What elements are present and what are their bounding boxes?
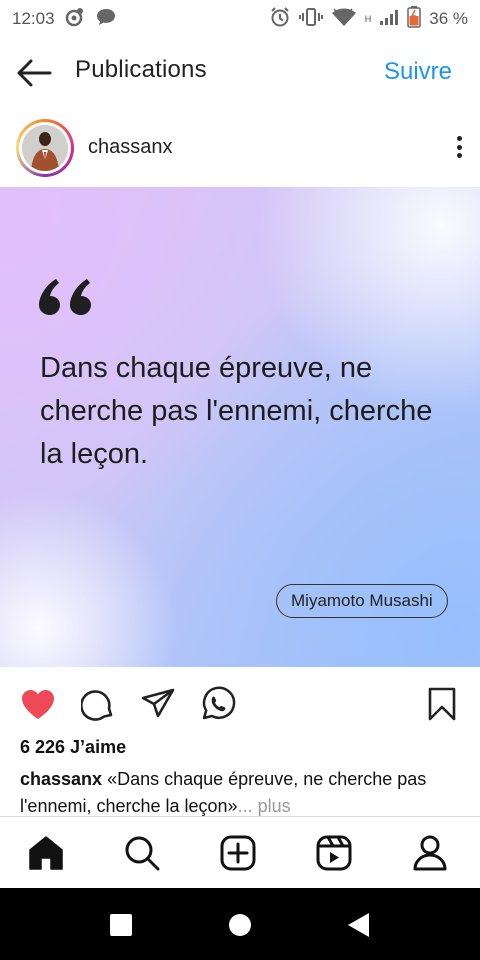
avatar (22, 125, 68, 171)
nav-search[interactable] (122, 833, 162, 873)
reels-icon (316, 835, 352, 871)
system-back-button[interactable] (345, 912, 371, 938)
post-header: chassanx (0, 112, 480, 184)
caption-more-link[interactable]: ... plus (238, 796, 291, 816)
battery-percent: 36 % (429, 9, 468, 28)
quote-text: Dans chaque épreuve, ne cherche pas l'en… (40, 352, 433, 470)
nav-profile[interactable] (410, 833, 450, 873)
recents-icon (110, 914, 132, 936)
signal-icon (379, 8, 399, 31)
top-header: Publications Suivre (0, 42, 480, 104)
likes-count[interactable]: 6 226 J’aime (20, 737, 126, 758)
chat-bubble-icon (95, 7, 117, 32)
network-type: H (364, 14, 372, 24)
send-icon (141, 688, 175, 718)
back-triangle-icon (348, 913, 369, 937)
battery-icon (407, 5, 421, 33)
status-bar: 12:03 H 36 % (0, 0, 480, 38)
like-button[interactable] (18, 684, 58, 724)
more-options-button[interactable] (452, 132, 466, 162)
nav-home[interactable] (26, 833, 66, 873)
save-button[interactable] (422, 684, 462, 724)
more-dot-icon (456, 144, 462, 150)
whatsapp-share-button[interactable] (198, 684, 238, 724)
caption-username[interactable]: chassanx (20, 769, 102, 789)
status-left: 12:03 (12, 7, 117, 32)
post-username[interactable]: chassanx (88, 136, 173, 159)
nav-create[interactable] (218, 833, 258, 873)
post-caption[interactable]: chassanx «Dans chaque épreuve, ne cherch… (20, 766, 460, 816)
status-time: 12:03 (12, 9, 55, 28)
comment-icon (81, 690, 113, 721)
home-circle-icon (229, 914, 251, 936)
follow-button[interactable]: Suivre (384, 58, 452, 86)
quote-mark-icon (39, 279, 91, 315)
nav-reels[interactable] (314, 833, 354, 873)
heart-filled-icon (22, 690, 54, 719)
alarm-icon (269, 6, 291, 33)
post-image[interactable]: Dans chaque épreuve, ne cherche pas l'en… (0, 187, 480, 667)
whatsapp-icon (202, 686, 236, 720)
wifi-icon (331, 7, 357, 32)
page-title: Publications (75, 56, 207, 83)
bottom-navigation (0, 816, 480, 888)
system-navigation-bar (0, 888, 480, 960)
system-recents-button[interactable] (108, 912, 134, 938)
share-button[interactable] (138, 684, 178, 724)
search-icon (125, 836, 160, 871)
back-button[interactable] (16, 55, 54, 91)
vibrate-icon (298, 7, 323, 32)
notification-icon (65, 7, 85, 32)
avatar-story-ring[interactable] (16, 119, 74, 177)
arrow-left-icon (17, 59, 52, 87)
status-right: H 36 % (269, 5, 468, 33)
post-actions (0, 680, 480, 728)
more-dot-icon (456, 153, 462, 158)
create-icon (220, 835, 256, 871)
bookmark-icon (428, 687, 456, 721)
comment-button[interactable] (78, 684, 118, 724)
quote-author: Miyamoto Musashi (276, 584, 448, 618)
home-icon (29, 836, 63, 870)
more-dot-icon (456, 136, 462, 141)
profile-icon (413, 835, 447, 871)
system-home-button[interactable] (227, 912, 253, 938)
